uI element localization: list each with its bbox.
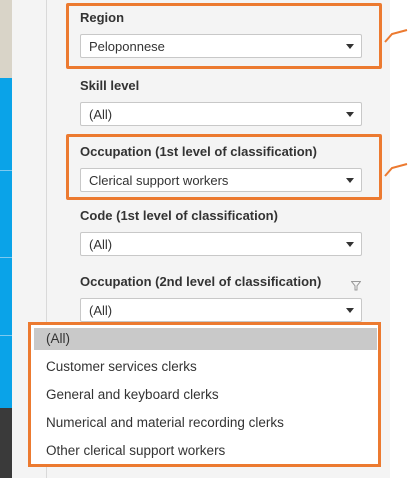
- occupation-2-dropdown-list: (All) Customer services clerks General a…: [28, 322, 381, 467]
- caret-down-icon: [346, 308, 354, 313]
- background-sidebar-strip: [0, 0, 12, 478]
- dropdown-option[interactable]: Other clerical support workers: [34, 440, 377, 462]
- skill-level-select[interactable]: (All): [80, 102, 362, 126]
- sidebar-dark-block: [0, 408, 12, 478]
- sidebar-divider: [0, 170, 12, 171]
- sidebar-divider: [0, 335, 12, 336]
- region-highlight: [66, 3, 382, 69]
- dropdown-option[interactable]: Numerical and material recording clerks: [34, 412, 377, 434]
- sidebar-blue-block: [0, 78, 12, 408]
- skill-level-select-value: (All): [89, 107, 113, 122]
- code-1-label: Code (1st level of classification): [80, 208, 278, 223]
- occupation-1-highlight: [66, 134, 382, 200]
- occupation-2-select[interactable]: (All): [80, 298, 362, 322]
- skill-level-label: Skill level: [80, 78, 140, 93]
- caret-down-icon: [346, 242, 354, 247]
- arrow-line-icon: [384, 163, 408, 177]
- occupation-2-label: Occupation (2nd level of classification): [80, 274, 322, 289]
- code-1-select-value: (All): [89, 237, 113, 252]
- dropdown-option[interactable]: General and keyboard clerks: [34, 384, 377, 406]
- dropdown-option-all[interactable]: (All): [34, 328, 377, 350]
- code-1-select[interactable]: (All): [80, 232, 362, 256]
- sidebar-top-block: [0, 0, 12, 78]
- filter-icon[interactable]: [351, 281, 361, 291]
- caret-down-icon: [346, 112, 354, 117]
- occupation-2-select-value: (All): [89, 303, 113, 318]
- arrow-line-icon: [384, 29, 408, 43]
- dropdown-option[interactable]: Customer services clerks: [34, 356, 377, 378]
- sidebar-divider: [0, 257, 12, 258]
